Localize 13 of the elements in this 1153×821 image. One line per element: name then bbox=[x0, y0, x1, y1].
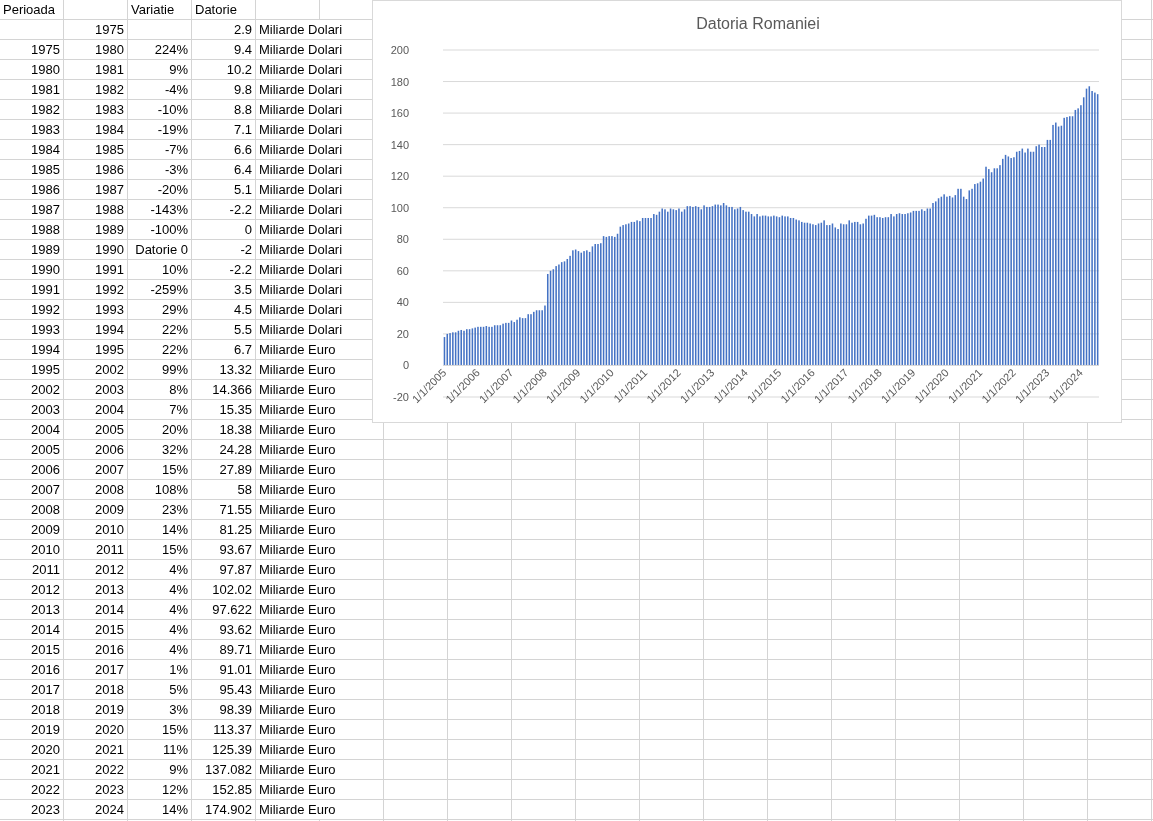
axis-label: 160 bbox=[390, 107, 409, 120]
axis-label: 180 bbox=[390, 75, 409, 88]
axis-label: 60 bbox=[396, 264, 409, 277]
chart-title: Datoria Romaniei bbox=[696, 15, 820, 32]
axis-label: 140 bbox=[390, 138, 409, 151]
axis-label: -20 bbox=[393, 391, 409, 403]
axis-label: 40 bbox=[396, 296, 409, 309]
axis-label: 20 bbox=[396, 327, 409, 340]
axis-label: 0 bbox=[402, 359, 409, 372]
axis-label: 120 bbox=[390, 170, 409, 183]
axis-label: 200 bbox=[390, 44, 409, 56]
axis-label: 80 bbox=[396, 233, 409, 246]
axis-label: 100 bbox=[390, 201, 409, 214]
